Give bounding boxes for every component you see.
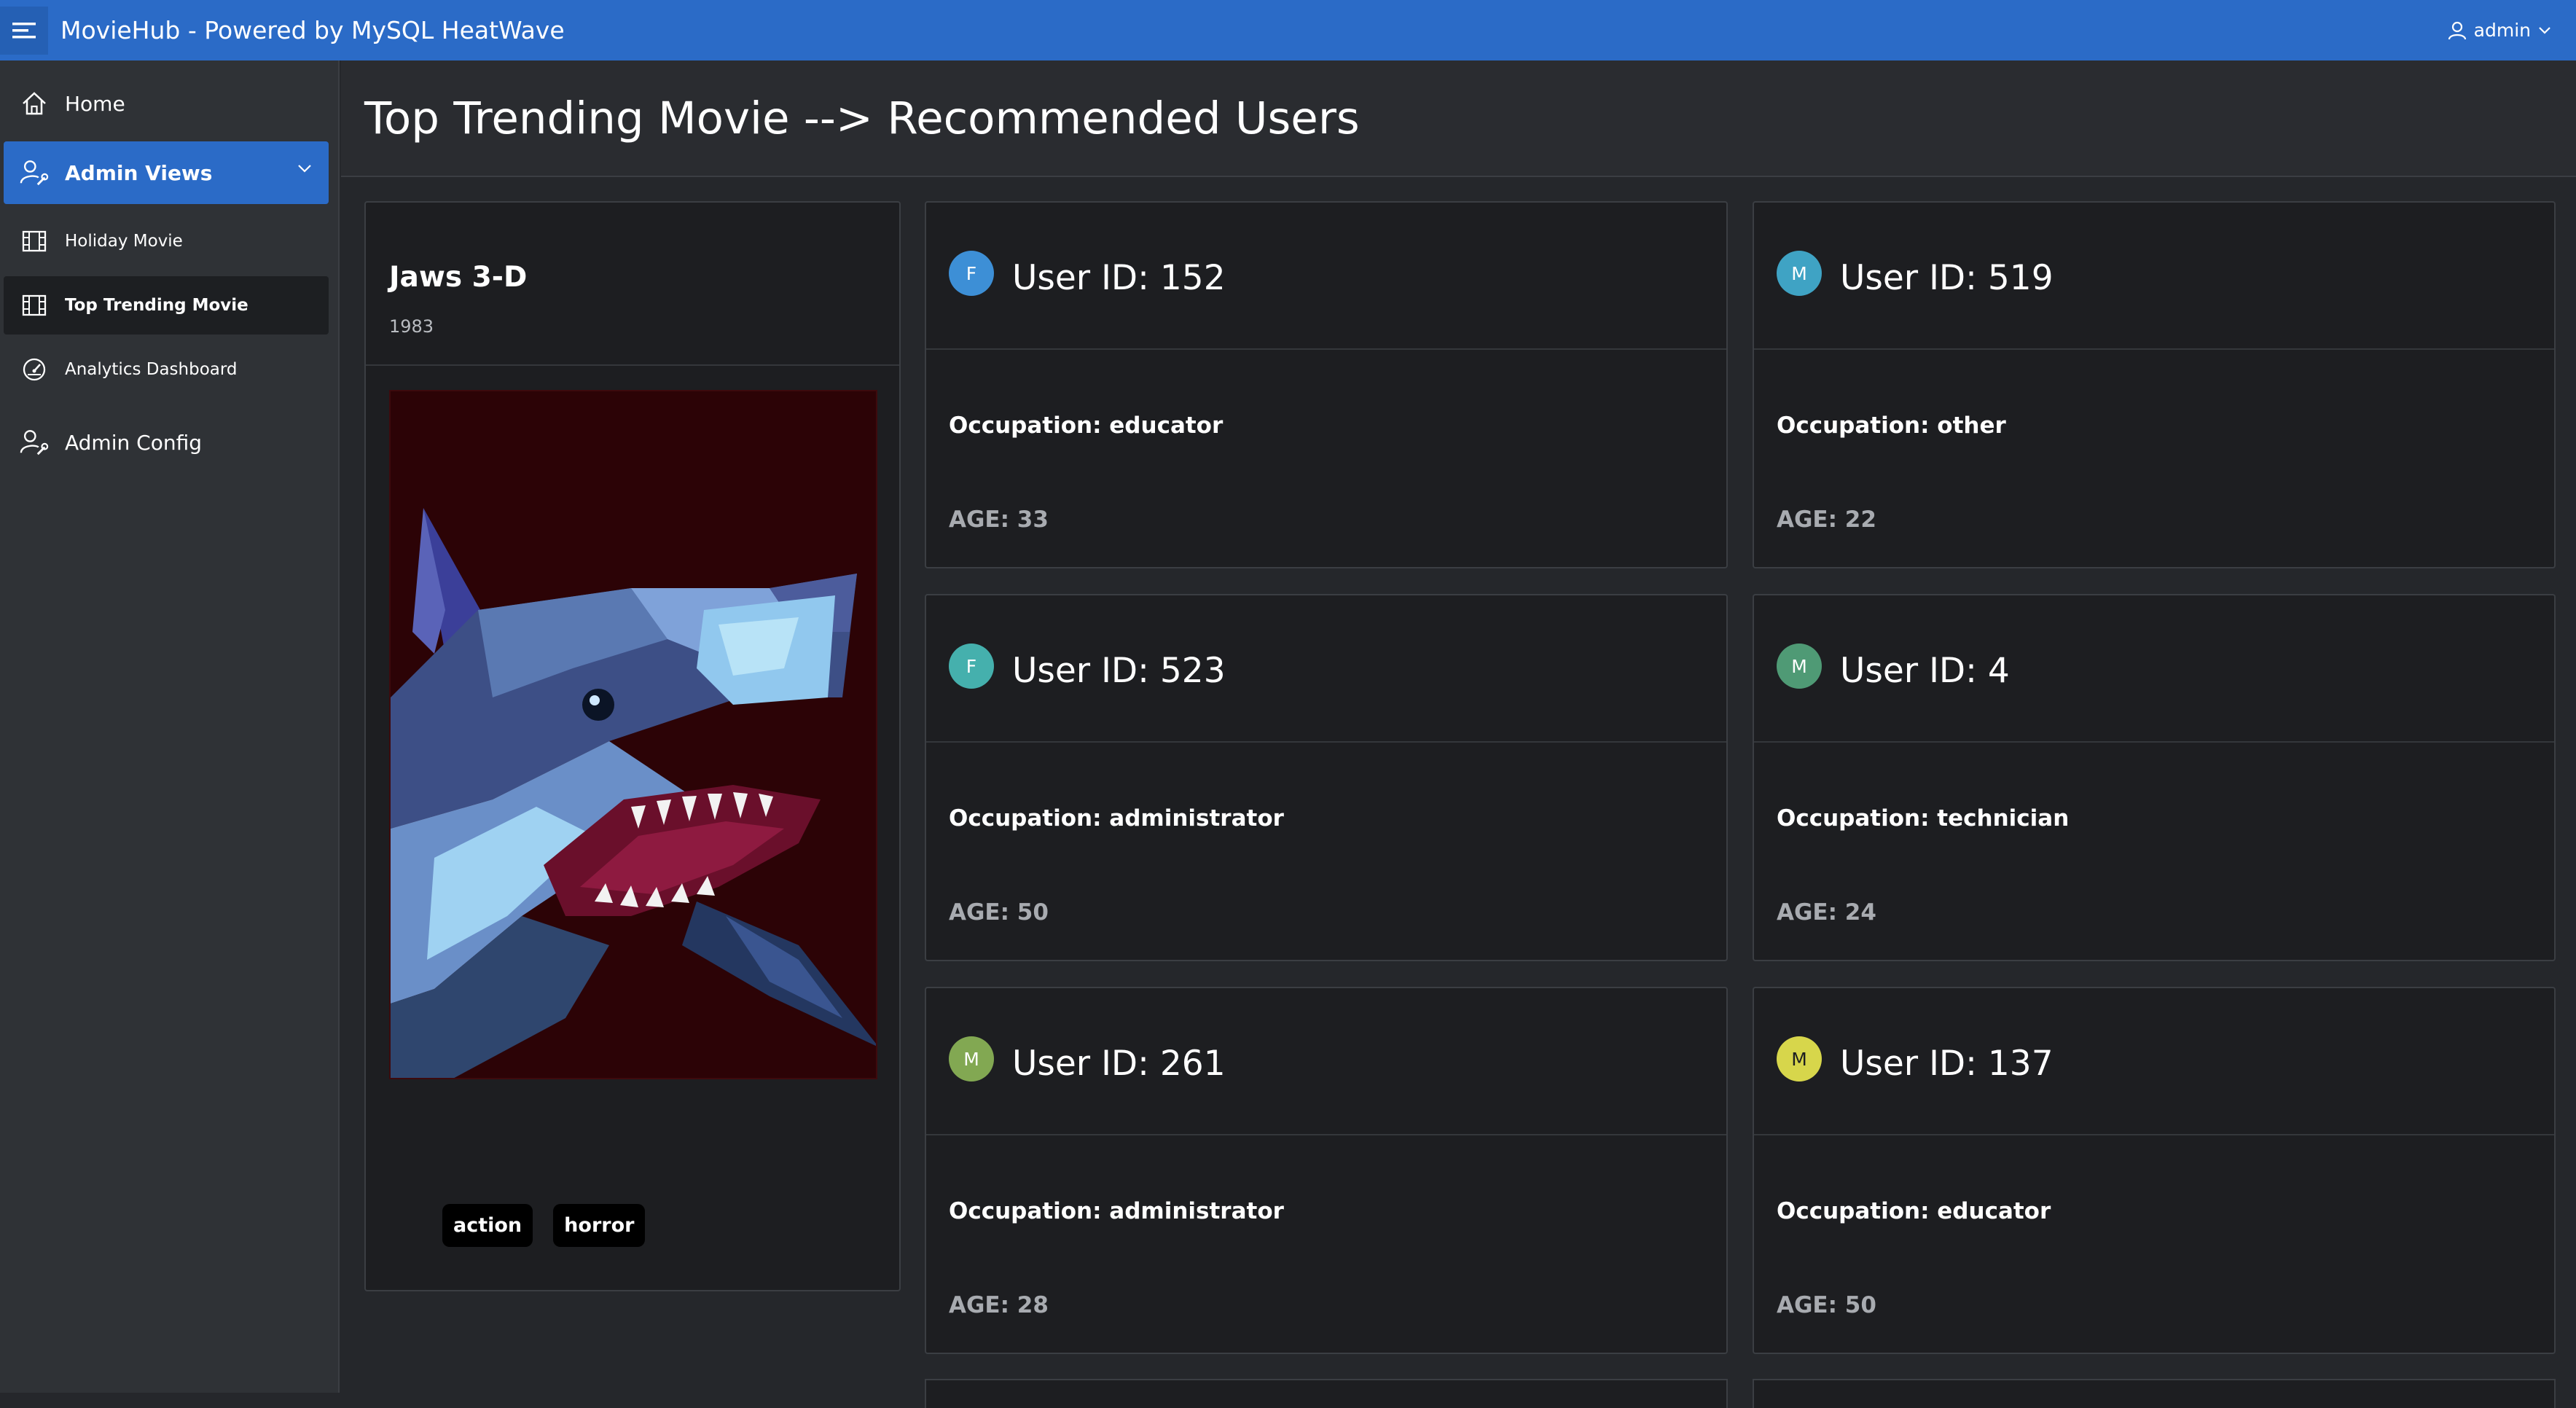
user-card[interactable]: M User ID: 261 Occupation: administrator… [925,987,1728,1354]
movie-card: Jaws 3-D 1983 action horror [364,201,901,1291]
user-age: AGE: 50 [949,899,1049,926]
user-card[interactable]: M User ID: 4 Occupation: technician AGE:… [1753,594,2556,961]
user-card-header: F User ID: 152 [926,203,1726,350]
page-title: Top Trending Movie --> Recommended Users [364,93,1360,144]
hamburger-icon [12,22,36,38]
main-content: Top Trending Movie --> Recommended Users… [341,60,2576,1408]
sidebar-item-label: Analytics Dashboard [65,360,238,379]
sidebar-item-holiday-movie[interactable]: Holiday Movie [4,212,329,270]
user-occupation: Occupation: educator [1777,1198,2051,1224]
movie-card-header: Jaws 3-D 1983 [366,203,899,366]
sidebar-item-admin-views[interactable]: Admin Views [4,141,329,204]
user-occupation: Occupation: administrator [949,805,1284,832]
chevron-down-icon [2539,26,2550,34]
sidebar-item-top-trending-movie[interactable]: Top Trending Movie [4,276,329,335]
user-name: admin [2473,20,2531,41]
sidebar-item-label: Holiday Movie [65,232,183,251]
sidebar-item-label: Top Trending Movie [65,296,248,315]
genre-chips: action horror [442,1204,646,1247]
sidebar-item-home[interactable]: Home [4,72,329,135]
user-icon [2448,21,2466,39]
movie-title: Jaws 3-D [389,261,528,294]
user-age: AGE: 50 [1777,1292,1876,1318]
film-icon [20,227,49,256]
user-id-title: User ID: 152 [1012,258,1226,298]
genre-chip-horror[interactable]: horror [553,1204,646,1247]
user-id-title: User ID: 4 [1840,651,2010,691]
page-header: Top Trending Movie --> Recommended Users [341,60,2576,177]
user-card-partial [925,1379,1728,1408]
user-id-title: User ID: 137 [1840,1044,2054,1084]
user-card[interactable]: F User ID: 152 Occupation: educator AGE:… [925,201,1728,568]
user-occupation: Occupation: administrator [949,1198,1284,1224]
avatar: F [949,251,994,296]
sidebar: Home Admin Views Holiday Movie Top Trend… [0,60,340,1393]
top-bar: MovieHub - Powered by MySQL HeatWave adm… [0,0,2576,60]
film-icon [20,291,49,320]
avatar: M [1777,251,1822,296]
user-wrench-icon [20,158,49,187]
movie-poster [389,390,877,1079]
user-card-header: F User ID: 523 [926,595,1726,743]
gauge-icon [20,355,49,384]
chevron-down-icon [298,165,311,173]
sidebar-item-label: Admin Views [65,160,213,185]
user-age: AGE: 33 [949,507,1049,533]
user-occupation: Occupation: technician [1777,805,2070,832]
user-wrench-icon [20,428,49,457]
user-occupation: Occupation: other [1777,412,2006,439]
user-card-header: M User ID: 137 [1754,988,2554,1135]
user-id-title: User ID: 519 [1840,258,2054,298]
user-age: AGE: 24 [1777,899,1876,926]
user-card[interactable]: M User ID: 137 Occupation: educator AGE:… [1753,987,2556,1354]
movie-year: 1983 [389,316,434,337]
avatar: M [1777,1036,1822,1082]
avatar: M [1777,644,1822,689]
sidebar-item-label: Admin Config [65,430,202,455]
sidebar-item-label: Home [65,91,125,116]
genre-chip-action[interactable]: action [442,1204,533,1247]
user-id-title: User ID: 261 [1012,1044,1226,1084]
shark-poster-image [391,391,876,1078]
user-card-header: M User ID: 519 [1754,203,2554,350]
sidebar-item-admin-config[interactable]: Admin Config [4,411,329,474]
user-card[interactable]: F User ID: 523 Occupation: administrator… [925,594,1728,961]
user-menu[interactable]: admin [2448,0,2551,60]
avatar: M [949,1036,994,1082]
app-title: MovieHub - Powered by MySQL HeatWave [60,16,565,44]
user-age: AGE: 22 [1777,507,1876,533]
home-icon [20,89,49,118]
avatar: F [949,644,994,689]
user-card-header: M User ID: 261 [926,988,1726,1135]
menu-toggle-button[interactable] [0,6,48,55]
user-card[interactable]: M User ID: 519 Occupation: other AGE: 22 [1753,201,2556,568]
sidebar-item-analytics-dashboard[interactable]: Analytics Dashboard [4,340,329,399]
user-id-title: User ID: 523 [1012,651,1226,691]
user-card-partial [1753,1379,2556,1408]
user-card-header: M User ID: 4 [1754,595,2554,743]
user-occupation: Occupation: educator [949,412,1224,439]
user-age: AGE: 28 [949,1292,1049,1318]
